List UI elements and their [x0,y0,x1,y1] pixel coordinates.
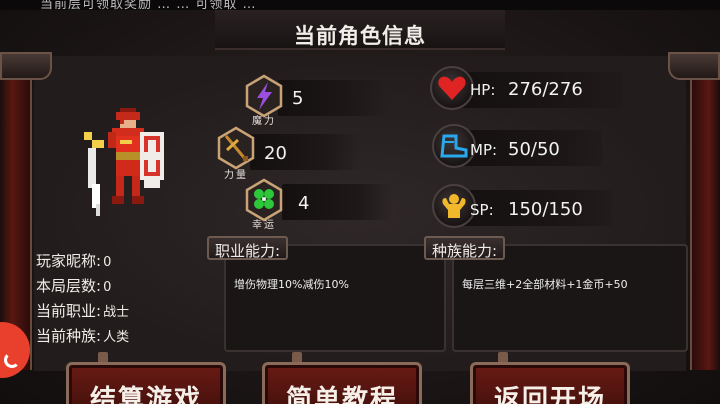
job-value: 战士 [103,305,130,320]
nickname-label: 玩家昵称: [36,252,102,270]
job-label: 当前职业: [36,302,102,320]
sp-value: 150/150 [508,199,583,220]
luck-label: 幸运 [252,220,276,231]
character-sprite [84,108,164,216]
back-to-start-label: 返回开场 [493,385,606,404]
back-to-start-button[interactable]: 返回开场 [470,362,630,404]
floors-label: 本局层数: [36,277,102,295]
luck-value: 4 [298,193,310,214]
boot-icon [440,134,468,158]
nickname-row: 玩家昵称: 0 [36,250,111,271]
game-screen: 当前层可领取奖励 … … 可领取 … 当前角色信息 魔力 5 力量 20 幸运 … [0,0,720,404]
right-frame [690,60,720,370]
heart-icon [438,76,466,100]
magic-label: 魔力 [252,116,276,127]
job-ability-desc: 增伤物理10%减伤10% [234,278,349,291]
muscle-icon [442,194,466,218]
sp-label: SP: [470,201,494,219]
strength-hex [216,126,256,170]
left-frame-cap [0,52,52,80]
race-value: 人类 [103,330,130,345]
page-title: 当前角色信息 [294,24,426,48]
assist-icon [4,352,20,368]
tutorial-label: 简单教程 [285,385,398,404]
job-row: 当前职业: 战士 [36,300,129,321]
hp-value: 276/276 [508,79,583,100]
strength-value: 20 [264,143,287,164]
race-ability-title: 种族能力: [424,236,506,260]
title-bar: 当前角色信息 [215,10,505,50]
mp-label: MP: [470,141,498,159]
job-ability-title: 职业能力: [207,236,289,260]
magic-value: 5 [292,88,304,109]
hp-icon-circle [430,66,474,110]
settle-game-label: 结算游戏 [89,385,202,404]
floors-row: 本局层数: 0 [36,275,111,296]
race-label: 当前种族: [36,327,102,345]
race-row: 当前种族: 人类 [36,325,129,346]
settle-game-button[interactable]: 结算游戏 [66,362,226,404]
right-frame-cap [668,52,720,80]
race-ability-desc: 每层三维+2全部材料+1金币+50 [462,278,628,291]
floors-value: 0 [103,280,112,295]
mp-value: 50/50 [508,139,560,160]
sword-icon [217,126,255,170]
top-strip: 当前层可领取奖励 … … 可领取 … [0,0,720,12]
nickname-value: 0 [103,255,112,270]
hp-label: HP: [470,81,496,99]
tutorial-button[interactable]: 简单教程 [262,362,422,404]
